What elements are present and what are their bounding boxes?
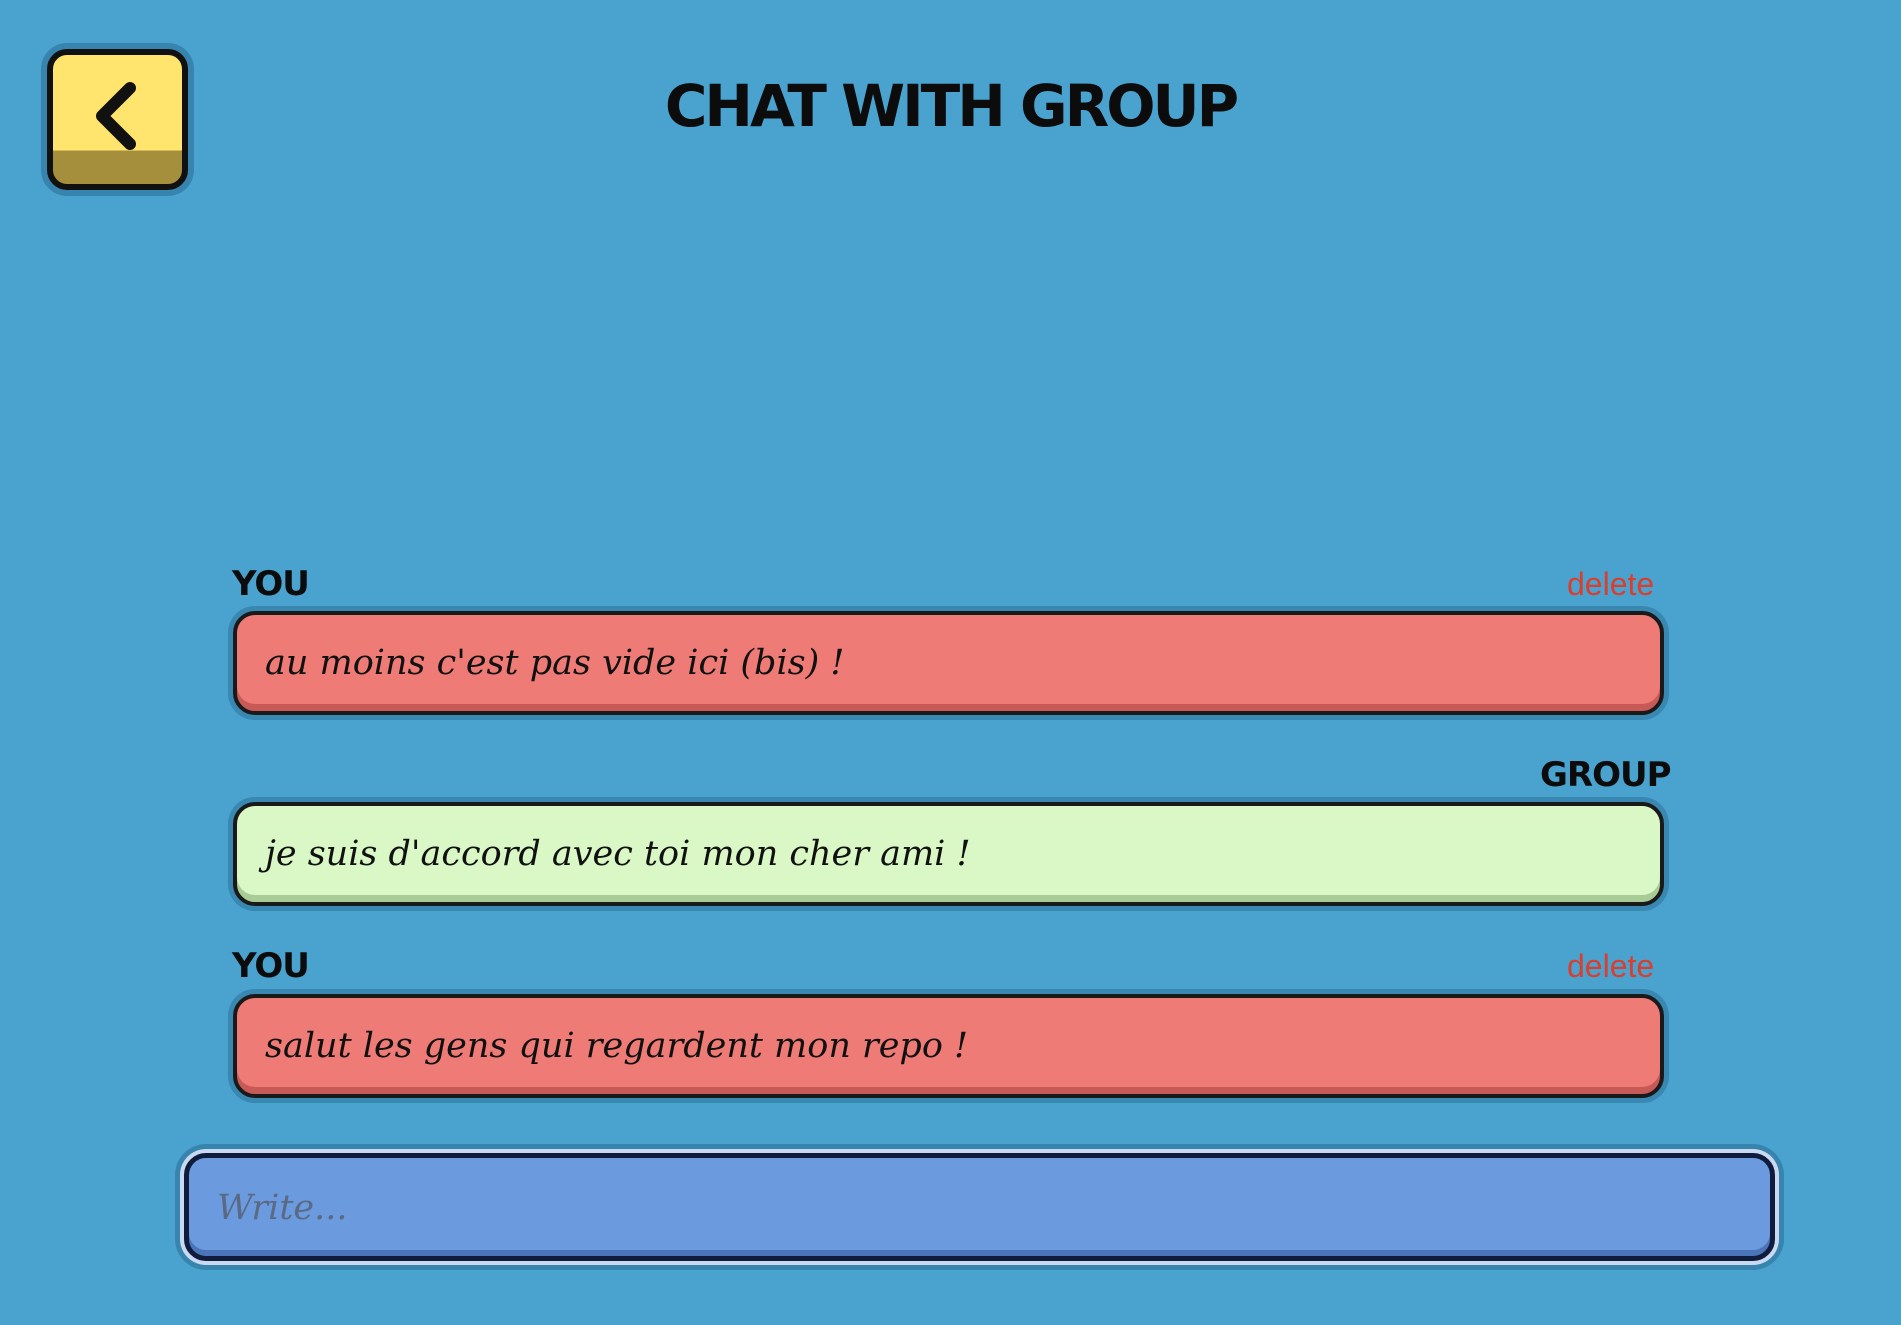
message-sender-label: GROUP bbox=[1540, 755, 1672, 795]
message-composer bbox=[184, 1153, 1775, 1261]
message-text: salut les gens qui regardent mon repo ! bbox=[265, 1026, 969, 1066]
delete-message-link[interactable]: delete bbox=[1567, 566, 1654, 603]
delete-message-link[interactable]: delete bbox=[1567, 948, 1654, 985]
message-bubble-group: je suis d'accord avec toi mon cher ami ! bbox=[233, 802, 1664, 906]
page-title: CHAT WITH GROUP bbox=[664, 72, 1239, 140]
message-bubble-own: au moins c'est pas vide ici (bis) ! bbox=[233, 611, 1664, 715]
message-sender-label: YOU bbox=[232, 564, 310, 604]
message-text: au moins c'est pas vide ici (bis) ! bbox=[265, 643, 845, 683]
message-input[interactable] bbox=[215, 1158, 1748, 1258]
message-bubble-own: salut les gens qui regardent mon repo ! bbox=[233, 994, 1664, 1098]
message-sender-label: YOU bbox=[232, 946, 310, 986]
message-text: je suis d'accord avec toi mon cher ami ! bbox=[265, 834, 971, 874]
